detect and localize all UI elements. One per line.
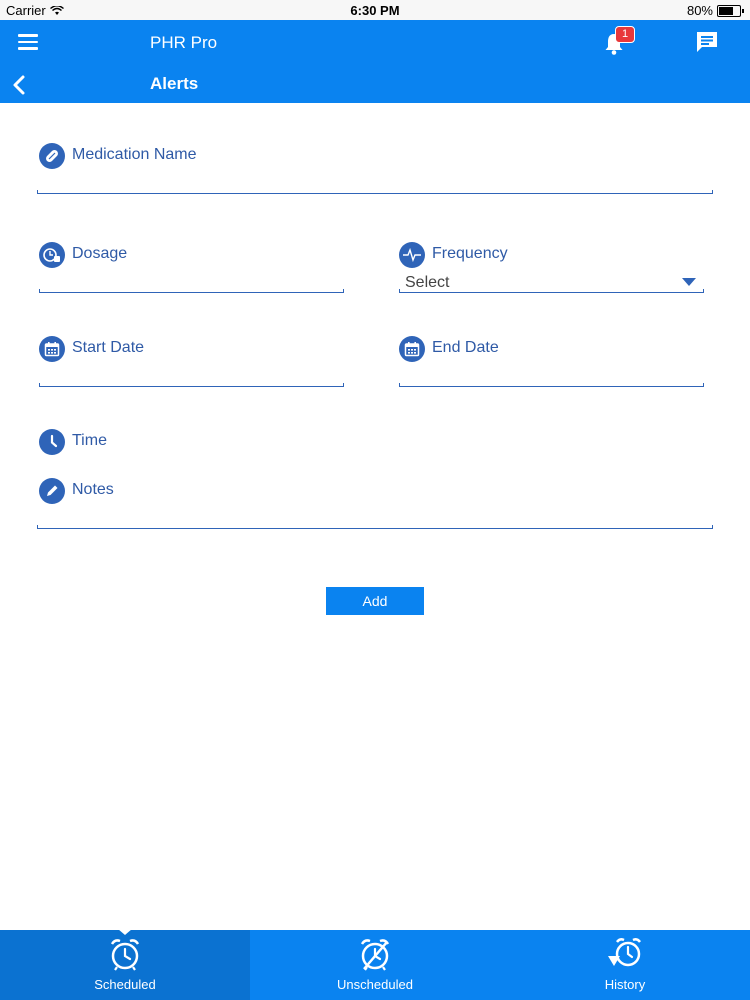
app-title: PHR Pro bbox=[150, 33, 218, 52]
dosage-label: Dosage bbox=[72, 245, 128, 262]
alarm-off-icon bbox=[360, 939, 390, 971]
frequency-selected-value: Select bbox=[405, 274, 450, 291]
start-date-input[interactable] bbox=[39, 383, 344, 387]
end-date-label: End Date bbox=[432, 339, 499, 356]
tab-label: History bbox=[604, 977, 646, 992]
active-tab-indicator bbox=[118, 929, 132, 935]
dosage-input[interactable] bbox=[39, 289, 344, 293]
status-time: 6:30 PM bbox=[350, 3, 400, 18]
dosage-icon bbox=[39, 242, 65, 268]
chevron-down-icon[interactable] bbox=[682, 278, 696, 286]
tab-label: Unscheduled bbox=[337, 977, 413, 992]
tab-history[interactable]: History bbox=[500, 930, 750, 1000]
frequency-label: Frequency bbox=[432, 245, 508, 262]
tab-bar: Scheduled Unscheduled History bbox=[0, 929, 750, 1000]
battery-tip bbox=[742, 8, 744, 13]
history-clock-icon bbox=[608, 938, 641, 967]
calendar-icon bbox=[39, 336, 65, 362]
notification-badge: 1 bbox=[615, 26, 635, 43]
chat-icon[interactable] bbox=[695, 30, 719, 54]
end-date-input[interactable] bbox=[399, 383, 704, 387]
start-date-label: Start Date bbox=[72, 339, 145, 356]
page-title: Alerts bbox=[150, 74, 199, 93]
medication-name-input[interactable] bbox=[37, 190, 713, 194]
pulse-icon bbox=[399, 242, 425, 268]
status-bar: Carrier 6:30 PM 80% bbox=[0, 0, 750, 20]
calendar-icon bbox=[399, 336, 425, 362]
battery-icon bbox=[717, 4, 741, 17]
pill-icon bbox=[39, 143, 65, 169]
medication-name-label: Medication Name bbox=[72, 146, 197, 163]
app-header: PHR Pro 1 Alerts bbox=[0, 20, 750, 103]
back-chevron-icon[interactable] bbox=[10, 74, 30, 96]
tab-unscheduled[interactable]: Unscheduled bbox=[250, 930, 500, 1000]
notes-input[interactable] bbox=[37, 525, 713, 529]
pencil-icon bbox=[39, 478, 65, 504]
menu-icon[interactable] bbox=[18, 34, 38, 50]
battery-info: 80% bbox=[687, 3, 744, 18]
notes-label: Notes bbox=[72, 481, 114, 498]
alarm-clock-icon bbox=[110, 939, 140, 971]
battery-percent: 80% bbox=[686, 3, 713, 18]
tab-label: Scheduled bbox=[94, 977, 156, 992]
add-button[interactable]: Add bbox=[326, 587, 424, 615]
frequency-select[interactable] bbox=[399, 289, 704, 293]
clock-icon bbox=[39, 429, 65, 455]
time-label[interactable]: Time bbox=[72, 432, 107, 450]
tab-scheduled[interactable]: Scheduled bbox=[0, 929, 250, 1000]
